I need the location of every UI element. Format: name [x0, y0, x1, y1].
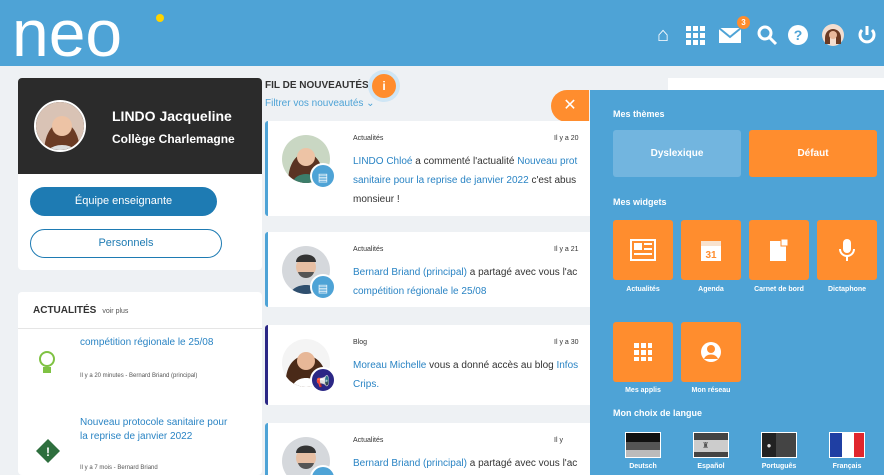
actualite-item-title[interactable]: compétition régionale le 25/08 — [80, 336, 230, 350]
author-link[interactable]: LINDO Chloé — [353, 156, 412, 167]
feed-title: FIL DE NOUVEAUTÉS — [265, 80, 369, 91]
language-label[interactable]: Português — [749, 463, 809, 470]
actualites-widget: ACTUALITÉS voir plus compétition régional… — [18, 292, 262, 475]
feed-item[interactable]: 📢 Blog Il y a 30 Moreau Michelle vous a … — [265, 325, 595, 405]
newspaper-icon: ▤ — [310, 163, 336, 189]
widget-label: Mes applis — [625, 387, 661, 394]
info-button[interactable]: i — [372, 74, 396, 98]
newspaper-icon: ▤ — [310, 274, 336, 300]
feed-item-type: Blog — [353, 339, 368, 346]
widget-carnet-de-bord[interactable] — [749, 220, 809, 280]
neo-logo[interactable]: neo — [10, 4, 170, 62]
content-link[interactable]: Crips. — [353, 379, 379, 390]
see-more-link[interactable]: voir plus — [102, 308, 128, 315]
feed-item[interactable]: ▤ Actualités Il y a 20 LINDO Chloé a com… — [265, 121, 595, 216]
feed-item-time: Il y a 21 — [554, 246, 579, 253]
profile-name: LINDO Jacqueline — [112, 108, 232, 124]
newspaper-icon — [630, 239, 656, 261]
flag-es-icon[interactable]: ♜ — [693, 432, 729, 458]
help-icon[interactable]: ? — [787, 24, 809, 46]
mail-count-badge: 3 — [737, 16, 750, 29]
content-link[interactable]: compétition régionale le 25/08 — [353, 286, 486, 297]
notebook-icon — [770, 238, 789, 261]
flag-fr-icon[interactable] — [829, 432, 865, 458]
svg-text:neo: neo — [12, 4, 122, 62]
widget-mon-reseau[interactable] — [681, 322, 741, 382]
warning-diamond-icon: ! — [36, 439, 60, 463]
svg-text:31: 31 — [705, 250, 717, 261]
actualite-item-title[interactable]: Nouveau protocole sanitaire pour la repr… — [80, 416, 230, 444]
language-label[interactable]: Français — [817, 463, 877, 470]
widget-dictaphone[interactable] — [817, 220, 877, 280]
language-label[interactable]: Español — [681, 463, 741, 470]
apps-grid-icon[interactable] — [684, 24, 706, 46]
lightbulb-icon — [39, 351, 55, 373]
user-circle-icon — [701, 342, 721, 362]
language-label[interactable]: Deutsch — [613, 463, 673, 470]
actualites-title: ACTUALITÉS voir plus — [33, 305, 129, 316]
customization-panel: Mes thèmes Dyslexique Défaut Mes widgets… — [590, 90, 884, 475]
search-icon[interactable] — [756, 24, 778, 46]
feed-item-type: Actualités — [353, 246, 384, 253]
widget-label: Actualités — [626, 286, 660, 293]
profile-school: Collège Charlemagne — [112, 132, 235, 146]
team-button[interactable]: Équipe enseignante — [30, 187, 217, 216]
widget-label: Dictaphone — [827, 286, 867, 293]
language-title: Mon choix de langue — [613, 408, 703, 418]
feed-item-type: Actualités — [353, 437, 384, 444]
widget-label: Agenda — [698, 286, 724, 293]
feed-filter-toggle[interactable]: Filtrer vos nouveautés ⌄ — [265, 98, 375, 109]
widgets-title: Mes widgets — [613, 197, 667, 207]
widget-label: Mon réseau — [691, 387, 731, 394]
profile-banner: LINDO Jacqueline Collège Charlemagne — [18, 78, 262, 174]
feed-item-text: Bernard Briand (principal) a partagé ave… — [353, 267, 578, 297]
author-link[interactable]: Moreau Michelle — [353, 360, 426, 371]
actualite-item-meta: Il y a 7 mois - Bernard Briand — [80, 465, 158, 471]
content-link[interactable]: Nouveau prot — [517, 156, 577, 167]
author-link[interactable]: Bernard Briand (principal) — [353, 267, 467, 278]
calendar-icon: 31 — [701, 241, 721, 261]
svg-text:?: ? — [794, 27, 803, 43]
feed-item-time: Il y a 30 — [554, 339, 579, 346]
feed-item-time: Il y a 20 — [554, 135, 579, 142]
content-link[interactable]: Infos — [556, 360, 578, 371]
flag-de-icon[interactable] — [625, 432, 661, 458]
feed-item[interactable]: ▤ Actualités Il y Bernard Briand (princi… — [265, 423, 595, 475]
divider — [18, 328, 262, 329]
themes-title: Mes thèmes — [613, 109, 665, 119]
feed-item-type: Actualités — [353, 135, 384, 142]
microphone-icon — [839, 239, 855, 261]
power-icon[interactable] — [856, 24, 878, 46]
top-bar: neo ⌂ ? 3 — [0, 0, 884, 66]
content-link[interactable]: sanitaire pour la reprise de janvier 202… — [353, 175, 529, 186]
widget-actualites[interactable] — [613, 220, 673, 280]
megaphone-icon: 📢 — [310, 367, 336, 393]
apps-grid-icon — [634, 343, 652, 361]
flag-pt-icon[interactable]: ● — [761, 432, 797, 458]
personal-button[interactable]: Personnels — [30, 229, 222, 258]
theme-default-button[interactable]: Défaut — [749, 130, 877, 177]
profile-card: LINDO Jacqueline Collège Charlemagne Équ… — [18, 78, 262, 270]
widget-agenda[interactable]: 31 — [681, 220, 741, 280]
author-link[interactable]: Bernard Briand (principal) — [353, 458, 467, 469]
chevron-down-icon: ⌄ — [366, 98, 375, 109]
widget-label: Carnet de bord — [754, 286, 804, 293]
widget-mes-applis[interactable] — [613, 322, 673, 382]
feed-item-time: Il y — [554, 437, 563, 444]
theme-dyslexic-button[interactable]: Dyslexique — [613, 130, 741, 177]
home-icon[interactable]: ⌂ — [652, 24, 674, 46]
feed-item-text: Moreau Michelle vous a donné accès au bl… — [353, 360, 579, 390]
feed-item-text: Bernard Briand (principal) a partagé ave… — [353, 458, 578, 469]
profile-avatar[interactable] — [34, 100, 86, 152]
tools-button[interactable]: ✕ — [551, 90, 589, 122]
actualite-item-meta: Il y a 20 minutes - Bernard Briand (prin… — [80, 373, 198, 379]
feed-item-text: LINDO Chloé a commenté l'actualité Nouve… — [353, 156, 578, 205]
feed-item[interactable]: ▤ Actualités Il y a 21 Bernard Briand (p… — [265, 232, 595, 307]
user-avatar[interactable] — [822, 24, 844, 46]
mail-icon[interactable] — [718, 24, 742, 46]
svg-text:!: ! — [46, 445, 50, 459]
